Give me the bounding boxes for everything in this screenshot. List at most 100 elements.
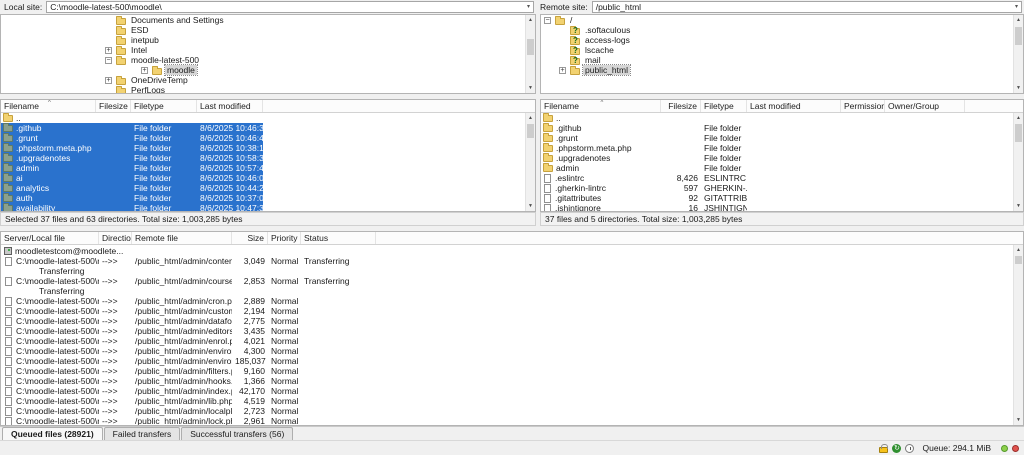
column-header-status[interactable]: Status: [301, 232, 376, 244]
column-header-filesize[interactable]: Filesize: [661, 100, 701, 112]
file-row-ai[interactable]: ai File folder 8/6/2025 10:46:06: [1, 173, 263, 183]
tree-item-perflogs[interactable]: PerfLogs: [1, 85, 525, 93]
file-row-upgradenotes[interactable]: .upgradenotes File folder 8/6/2025 10:58:3…: [1, 153, 263, 163]
scrollbar-down-icon[interactable]: ▼: [526, 201, 535, 211]
queue-row[interactable]: C:\moodle-latest-500\mo...-->> /public_ht…: [1, 256, 1013, 266]
tree-item-access-logs[interactable]: access-logs: [541, 35, 1013, 45]
queue-row[interactable]: C:\moodle-latest-500\mo...-->> /public_ht…: [1, 276, 1013, 286]
column-header-server-local-file[interactable]: Server/Local file: [1, 232, 99, 244]
file-row-phpstorm-meta-php[interactable]: .phpstorm.meta.php File folder: [541, 143, 965, 153]
file-row-jshintignore[interactable]: .jshintignore 16 JSHINTIGN...: [541, 203, 965, 211]
column-header-size[interactable]: Size: [232, 232, 268, 244]
scrollbar-up-icon[interactable]: ▲: [1014, 15, 1023, 25]
file-row-grunt[interactable]: .grunt File folder 8/6/2025 10:46:48: [1, 133, 263, 143]
column-header-filetype[interactable]: Filetype: [701, 100, 747, 112]
queue-server-row[interactable]: moodletestcom@moodlete...: [1, 246, 1013, 256]
tab-queued-files[interactable]: Queued files (28921): [2, 427, 103, 440]
file-row-item[interactable]: ..: [1, 113, 263, 123]
queue-row[interactable]: C:\moodle-latest-500\mo...-->> /public_ht…: [1, 296, 1013, 306]
local-tree-scrollbar[interactable]: ▲ ▼: [525, 15, 535, 93]
local-site-combo[interactable]: C:\moodle-latest-500\moodle\ ▾: [46, 1, 534, 13]
clock-icon[interactable]: [905, 443, 915, 453]
expander-icon[interactable]: −: [105, 56, 112, 64]
column-header-direction[interactable]: Direction: [99, 232, 132, 244]
expander-icon[interactable]: +: [141, 66, 148, 74]
tree-item-intel[interactable]: + Intel: [1, 45, 525, 55]
sync-icon[interactable]: ↻: [892, 443, 902, 453]
tab-failed-transfers[interactable]: Failed transfers: [103, 427, 181, 440]
tab-successful-transfers[interactable]: Successful transfers (56): [181, 427, 294, 440]
chevron-down-icon[interactable]: ▾: [1015, 2, 1018, 12]
expander-icon[interactable]: +: [105, 46, 112, 54]
tree-item-lscache[interactable]: lscache: [541, 45, 1013, 55]
queue-row[interactable]: C:\moodle-latest-500\mo...-->> /public_ht…: [1, 416, 1013, 425]
queue-row[interactable]: C:\moodle-latest-500\mo...-->> /public_ht…: [1, 386, 1013, 396]
queue-row[interactable]: C:\moodle-latest-500\mo...-->> /public_ht…: [1, 396, 1013, 406]
file-row-analytics[interactable]: analytics File folder 8/6/2025 10:44:28: [1, 183, 263, 193]
column-header-filename[interactable]: Filename ^: [541, 100, 661, 112]
tree-item-public-html[interactable]: + public_html: [541, 64, 1013, 76]
queue-row[interactable]: C:\moodle-latest-500\mo...-->> /public_ht…: [1, 326, 1013, 336]
file-row-admin[interactable]: admin File folder 8/6/2025 10:57:45: [1, 163, 263, 173]
scrollbar-down-icon[interactable]: ▼: [1014, 201, 1023, 211]
file-row-gitattributes[interactable]: .gitattributes 92 GITATTRIB...: [541, 193, 965, 203]
queue-row[interactable]: C:\moodle-latest-500\mo...-->> /public_ht…: [1, 406, 1013, 416]
column-header-permissions[interactable]: Permissions: [841, 100, 885, 112]
column-header-filesize[interactable]: Filesize: [96, 100, 131, 112]
tree-item-documents-and-settings[interactable]: Documents and Settings: [1, 15, 525, 25]
scrollbar-thumb[interactable]: [527, 124, 534, 138]
scrollbar-thumb[interactable]: [527, 39, 534, 55]
file-row-auth[interactable]: auth File folder 8/6/2025 10:37:03: [1, 193, 263, 203]
file-row-upgradenotes[interactable]: .upgradenotes File folder: [541, 153, 965, 163]
expander-icon[interactable]: −: [544, 16, 551, 24]
file-row-admin[interactable]: admin File folder: [541, 163, 965, 173]
scrollbar-down-icon[interactable]: ▼: [526, 83, 535, 93]
tree-item-item[interactable]: − /: [541, 15, 1013, 25]
expander-icon[interactable]: +: [105, 76, 112, 84]
file-row-gherkin-lintrc[interactable]: .gherkin-lintrc 597 GHERKIN-...: [541, 183, 965, 193]
scrollbar-thumb[interactable]: [1015, 256, 1022, 264]
remote-site-combo[interactable]: /public_html ▾: [591, 1, 1022, 13]
file-row-github[interactable]: .github File folder: [541, 123, 965, 133]
tree-item-esd[interactable]: ESD: [1, 25, 525, 35]
column-header-remote-file[interactable]: Remote file: [132, 232, 232, 244]
expander-icon[interactable]: +: [559, 66, 566, 74]
queue-row[interactable]: C:\moodle-latest-500\mo...-->> /public_ht…: [1, 346, 1013, 356]
column-header-owner-group[interactable]: Owner/Group: [885, 100, 965, 112]
tree-item-moodle[interactable]: + moodle: [1, 64, 525, 76]
queue-row[interactable]: C:\moodle-latest-500\mo...-->> /public_ht…: [1, 336, 1013, 346]
scrollbar-down-icon[interactable]: ▼: [1014, 415, 1023, 425]
queue-row[interactable]: C:\moodle-latest-500\mo...-->> /public_ht…: [1, 316, 1013, 326]
queue-row[interactable]: C:\moodle-latest-500\mo...-->> /public_ht…: [1, 366, 1013, 376]
queue-row[interactable]: C:\moodle-latest-500\mo...-->> /public_ht…: [1, 376, 1013, 386]
tree-item-onedrivetemp[interactable]: + OneDriveTemp: [1, 75, 525, 85]
file-row-grunt[interactable]: .grunt File folder: [541, 133, 965, 143]
scrollbar-thumb[interactable]: [1015, 27, 1022, 45]
lock-icon[interactable]: [879, 443, 889, 453]
file-row-phpstorm-meta-php[interactable]: .phpstorm.meta.php File folder 8/6/2025 10…: [1, 143, 263, 153]
file-row-github[interactable]: .github File folder 8/6/2025 10:46:30: [1, 123, 263, 133]
scrollbar-up-icon[interactable]: ▲: [1014, 245, 1023, 255]
column-header-last-modified[interactable]: Last modified: [747, 100, 841, 112]
remote-tree-scrollbar[interactable]: ▲ ▼: [1013, 15, 1023, 93]
scrollbar-down-icon[interactable]: ▼: [1014, 83, 1023, 93]
scrollbar-up-icon[interactable]: ▲: [526, 113, 535, 123]
column-header-last-modified[interactable]: Last modified: [197, 100, 263, 112]
remote-list-scrollbar[interactable]: ▲ ▼: [1013, 113, 1023, 211]
queue-scrollbar[interactable]: ▲ ▼: [1013, 245, 1023, 425]
file-row-eslintrc[interactable]: .eslintrc 8,426 ESLINTRC ...: [541, 173, 965, 183]
file-row-availability[interactable]: availability File folder 8/6/2025 10:47:38: [1, 203, 263, 211]
file-row-item[interactable]: ..: [541, 113, 965, 123]
local-list-scrollbar[interactable]: ▲ ▼: [525, 113, 535, 211]
tree-item-inetpub[interactable]: inetpub: [1, 35, 525, 45]
scrollbar-thumb[interactable]: [1015, 124, 1022, 142]
scrollbar-up-icon[interactable]: ▲: [1014, 113, 1023, 123]
queue-row[interactable]: C:\moodle-latest-500\mo...-->> /public_ht…: [1, 356, 1013, 366]
tree-item-softaculous[interactable]: .softaculous: [541, 25, 1013, 35]
queue-row[interactable]: C:\moodle-latest-500\mo...-->> /public_ht…: [1, 306, 1013, 316]
column-header-filetype[interactable]: Filetype: [131, 100, 197, 112]
scrollbar-up-icon[interactable]: ▲: [526, 15, 535, 25]
chevron-down-icon[interactable]: ▾: [527, 2, 530, 12]
column-header-priority[interactable]: Priority: [268, 232, 301, 244]
column-header-filename[interactable]: Filename ^: [1, 100, 96, 112]
